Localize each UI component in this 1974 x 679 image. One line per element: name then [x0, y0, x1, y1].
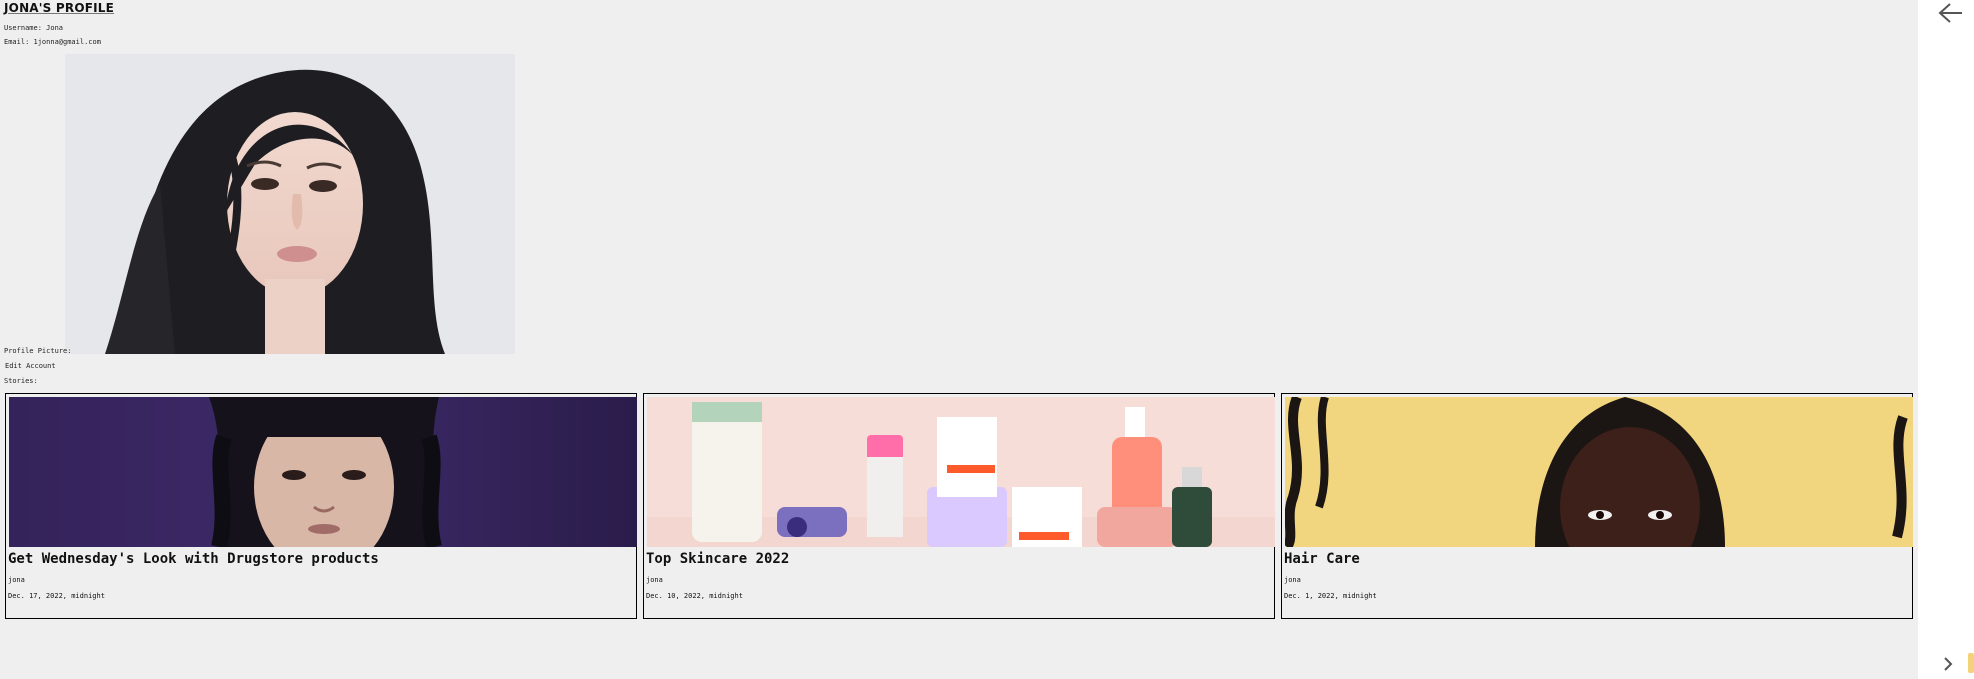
email-text: Email: 1jonna@gmail.com	[4, 38, 101, 46]
scroll-indicator[interactable]	[1968, 653, 1974, 673]
story-image	[647, 397, 1275, 547]
story-title[interactable]: Get Wednesday's Look with Drugstore prod…	[8, 551, 379, 567]
stories-label: Stories:	[4, 377, 38, 385]
story-title[interactable]: Top Skincare 2022	[646, 551, 789, 567]
profile-page: JONA'S PROFILE Username: Jona Email: 1jo…	[0, 0, 1918, 679]
story-date: Dec. 1, 2022, midnight	[1284, 592, 1377, 600]
story-image	[9, 397, 637, 547]
chevron-right-icon[interactable]	[1942, 656, 1954, 676]
edit-account-link[interactable]: Edit Account	[5, 362, 56, 370]
story-card[interactable]: Hair Care jona Dec. 1, 2022, midnight	[1281, 393, 1913, 619]
arrow-left-icon[interactable]	[1938, 2, 1964, 28]
username-text: Username: Jona	[4, 24, 64, 32]
story-author: jona	[8, 576, 25, 584]
story-author: jona	[646, 576, 663, 584]
story-card[interactable]: Top Skincare 2022 jona Dec. 10, 2022, mi…	[643, 393, 1275, 619]
profile-picture-label: Profile Picture:	[4, 347, 72, 355]
stories-grid: Get Wednesday's Look with Drugstore prod…	[5, 393, 1916, 621]
story-title[interactable]: Hair Care	[1284, 551, 1360, 567]
side-controls	[1918, 0, 1974, 679]
story-date: Dec. 17, 2022, midnight	[8, 592, 105, 600]
story-date: Dec. 10, 2022, midnight	[646, 592, 743, 600]
page-title: JONA'S PROFILE	[4, 1, 115, 15]
story-author: jona	[1284, 576, 1301, 584]
story-card[interactable]: Get Wednesday's Look with Drugstore prod…	[5, 393, 637, 619]
story-image	[1285, 397, 1913, 547]
profile-picture	[65, 54, 515, 354]
